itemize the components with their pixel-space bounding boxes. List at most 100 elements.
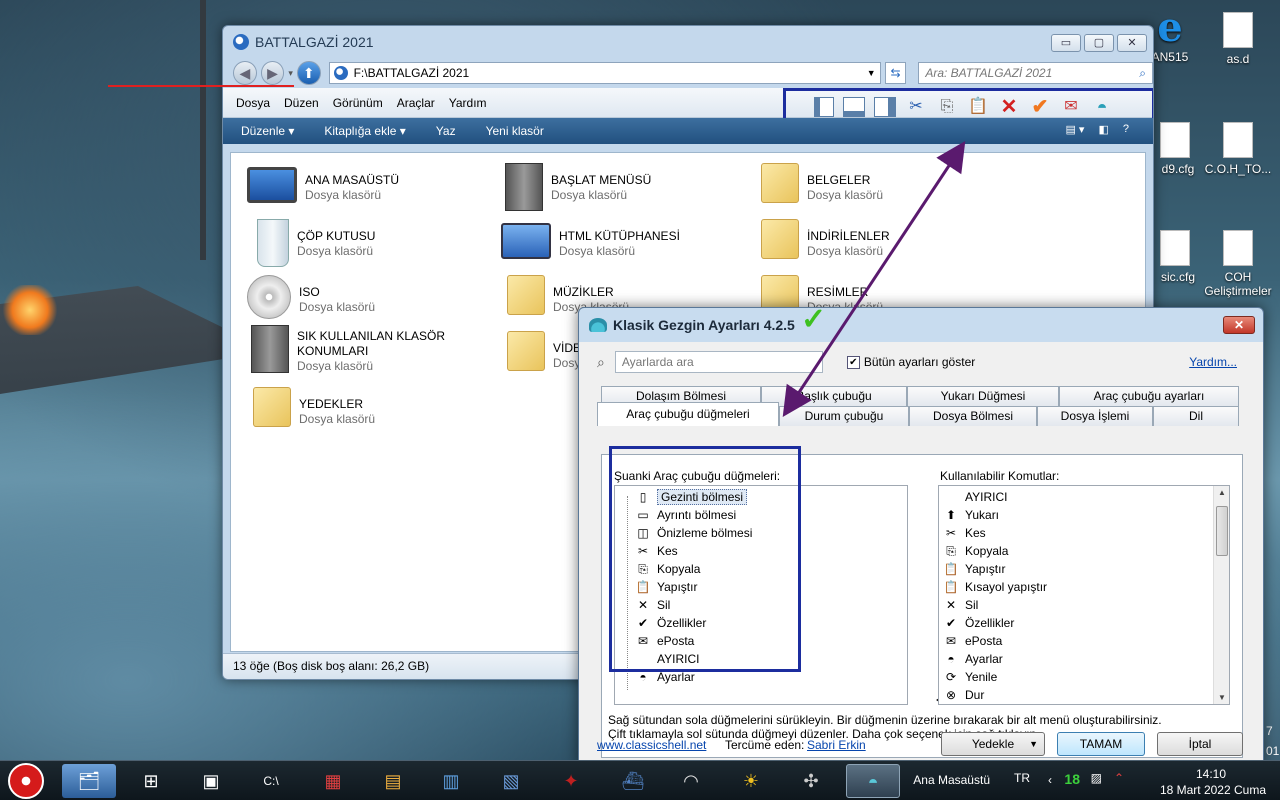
up-button[interactable]: ⬆	[296, 61, 321, 85]
list-item[interactable]: VİDE Dosy	[501, 331, 581, 385]
scroll-down-icon[interactable]: ▼	[1214, 693, 1229, 702]
cmd-kitapliga-ekle[interactable]: Kitaplığa ekle ▾	[324, 124, 405, 138]
tab-dosya-islemi[interactable]: Dosya İşlemi	[1037, 406, 1153, 426]
desktop-icon-coh-to[interactable]: C.O.H_TO...	[1198, 122, 1278, 176]
menu-araclar[interactable]: Araçlar	[392, 94, 440, 112]
desktop-icon-coh-gelistirmeler[interactable]: COH Geliştirmeler	[1198, 230, 1278, 298]
tray-badge[interactable]: 18	[1064, 771, 1080, 787]
tab-arac-cubugu-dugmeleri[interactable]: Araç çubuğu düğmeleri	[597, 402, 779, 426]
tab-dosya-bolmesi[interactable]: Dosya Bölmesi	[909, 406, 1037, 426]
address-dropdown-icon[interactable]: ▼	[867, 68, 876, 78]
taskbar-explorer-button[interactable]: 🗂	[62, 764, 116, 798]
list-item[interactable]: ✕ Sil	[943, 596, 1229, 614]
ok-button[interactable]: TAMAM	[1057, 732, 1145, 756]
list-item[interactable]: ⎘ Kopyala	[943, 542, 1229, 560]
list-item[interactable]: ✉ ePosta	[943, 632, 1229, 650]
details-pane-icon[interactable]	[843, 97, 865, 117]
desktop-toolbar-label[interactable]: Ana Masaüstü	[913, 773, 990, 787]
taskbar-ship-icon[interactable]: ⛴	[606, 764, 660, 798]
chevron-left-icon[interactable]: ‹	[1048, 773, 1052, 787]
tab-arac-cubugu-ayarlari[interactable]: Araç çubuğu ayarları	[1059, 386, 1239, 406]
show-all-checkbox[interactable]: ✔ Bütün ayarları göster	[846, 355, 975, 369]
tab-yukari-dugmesi[interactable]: Yukarı Düğmesi	[907, 386, 1059, 406]
list-item[interactable]: HTML KÜTÜPHANESİ Dosya klasörü	[501, 219, 751, 273]
navigation-pane-icon[interactable]	[814, 97, 834, 117]
clock-date[interactable]: 18 Mart 2022 Cuma	[1160, 783, 1266, 797]
list-item[interactable]: ⟳ Yenile	[943, 668, 1229, 686]
clock-time[interactable]: 14:10	[1196, 767, 1226, 781]
dialog-close-button[interactable]: ✕	[1223, 316, 1255, 334]
tab-baslik-cubugu[interactable]: Başlık çubuğu	[761, 386, 907, 406]
close-button[interactable]: ✕	[1117, 34, 1147, 52]
cancel-button[interactable]: İptal	[1157, 732, 1243, 756]
list-item[interactable]: ◓ Ayarlar	[943, 650, 1229, 668]
menu-duzen[interactable]: Düzen	[279, 94, 324, 112]
scroll-thumb[interactable]	[1216, 506, 1228, 556]
list-item[interactable]: 📋 Yapıştır	[943, 560, 1229, 578]
language-indicator[interactable]: TR	[1014, 771, 1030, 785]
copy-icon[interactable]: ⎘	[936, 96, 958, 118]
paste-icon[interactable]: 📋	[967, 96, 989, 118]
taskbar-classic-shell-button[interactable]: ◓	[846, 764, 900, 798]
dialog-titlebar[interactable]: Klasik Gezgin Ayarları 4.2.5	[579, 308, 1263, 342]
back-button[interactable]: ◀	[233, 61, 257, 85]
help-icon[interactable]: ?	[1123, 123, 1129, 136]
search-input[interactable]: Ara: BATTALGAZİ 2021 ⌕	[918, 62, 1153, 84]
settings-search-input[interactable]: Ayarlarda ara	[614, 351, 823, 373]
menu-dosya[interactable]: Dosya	[231, 94, 275, 112]
tray-network-icon[interactable]: ⌃	[1114, 771, 1124, 785]
checkbox-box[interactable]: ✔	[846, 355, 860, 369]
properties-icon[interactable]: ✔	[1029, 96, 1051, 118]
website-link[interactable]: www.classicshell.net	[597, 738, 706, 752]
taskbar-book-icon[interactable]: ▧	[484, 764, 538, 798]
preview-pane-icon[interactable]	[874, 97, 896, 117]
list-item[interactable]: SIK KULLANILAN KLASÖR KONUMLARI Dosya kla…	[247, 325, 497, 385]
taskbar-windows-icon[interactable]: ⊞	[124, 764, 178, 798]
menu-gorunum[interactable]: Görünüm	[328, 94, 388, 112]
address-bar[interactable]: F:\BATTALGAZİ 2021 ▼	[328, 62, 881, 84]
list-scrollbar[interactable]: ▲ ▼	[1213, 486, 1229, 704]
email-icon[interactable]: ✉	[1060, 96, 1082, 118]
maximize-button[interactable]: ▢	[1084, 34, 1114, 52]
list-item[interactable]: 📋 Kısayol yapıştır	[943, 578, 1229, 596]
scroll-up-icon[interactable]: ▲	[1214, 488, 1229, 497]
taskbar-winrar-icon[interactable]: ▦	[306, 764, 360, 798]
change-view-icon[interactable]: ▤ ▾	[1065, 123, 1084, 136]
list-item[interactable]: YEDEKLER Dosya klasörü	[247, 387, 497, 441]
tray-app-icon[interactable]: ▨	[1091, 771, 1102, 785]
list-item[interactable]: BAŞLAT MENÜSÜ Dosya klasörü	[501, 163, 751, 217]
taskbar-game-icon[interactable]: ✦	[544, 764, 598, 798]
taskbar-network-icon[interactable]: ✣	[784, 764, 838, 798]
refresh-button[interactable]: ⇆	[884, 62, 907, 84]
preview-toggle-icon[interactable]: ◧	[1098, 123, 1108, 136]
list-item[interactable]: ⬆ Yukarı	[943, 506, 1229, 524]
list-item[interactable]: AYIRICI	[943, 488, 1229, 506]
delete-icon[interactable]: ✕	[998, 96, 1020, 118]
taskbar-notes-icon[interactable]: ▥	[424, 764, 478, 798]
desktop-icon-as-d[interactable]: as.d	[1198, 12, 1278, 66]
list-item[interactable]: ✂ Kes	[943, 524, 1229, 542]
cmd-yaz[interactable]: Yaz	[436, 124, 456, 138]
taskbar-cmd-icon[interactable]: C:\	[244, 764, 298, 798]
list-item[interactable]: ✔ Özellikler	[943, 614, 1229, 632]
explorer-titlebar[interactable]: BATTALGAZİ 2021	[223, 26, 1153, 58]
taskbar-notepad-icon[interactable]: ▤	[366, 764, 420, 798]
taskbar-control-panel-icon[interactable]: ▣	[184, 764, 238, 798]
cut-icon[interactable]: ✂	[905, 96, 927, 118]
cmd-duzenle[interactable]: Düzenle ▾	[241, 124, 294, 138]
list-item[interactable]: ISO Dosya klasörü	[247, 275, 497, 329]
forward-button[interactable]: ▶	[260, 61, 285, 85]
cmd-yeni-klasor[interactable]: Yeni klasör	[486, 124, 544, 138]
tab-dil[interactable]: Dil	[1153, 406, 1239, 426]
start-button[interactable]	[8, 762, 44, 799]
search-icon[interactable]: ⌕	[1139, 63, 1146, 83]
history-dropdown-icon[interactable]: ▾	[288, 68, 293, 79]
taskbar-hat-icon[interactable]: ◠	[664, 764, 718, 798]
translator-link[interactable]: Sabri Erkin	[807, 738, 866, 752]
settings-shell-icon[interactable]: ◓	[1091, 96, 1113, 118]
list-item[interactable]: ÇÖP KUTUSU Dosya klasörü	[247, 219, 497, 273]
list-item[interactable]: İNDİRİLENLER Dosya klasörü	[755, 219, 1005, 273]
list-item[interactable]: BELGELER Dosya klasörü	[755, 163, 1005, 217]
help-link[interactable]: Yardım...	[1189, 355, 1237, 369]
taskbar-sun-icon[interactable]: ☀	[724, 764, 778, 798]
